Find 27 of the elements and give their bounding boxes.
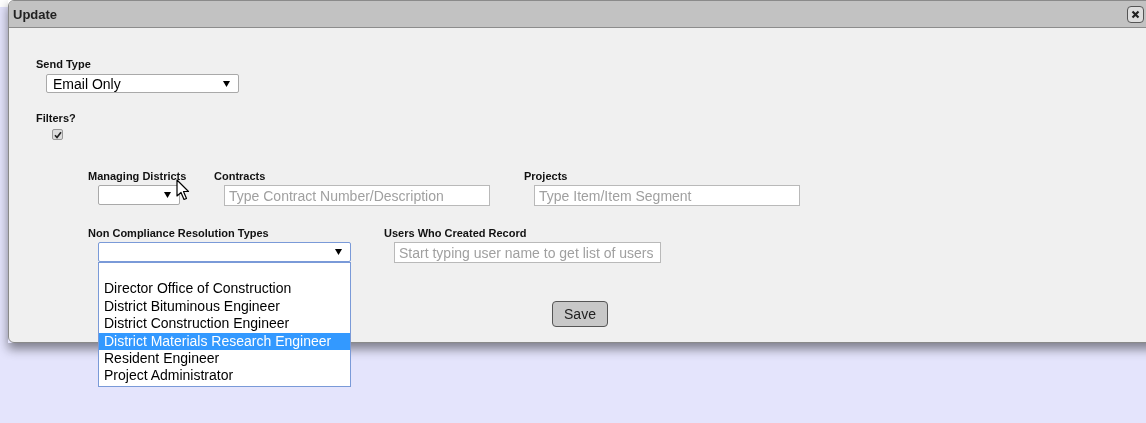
dropdown-option[interactable]: Director Office of Construction	[99, 280, 350, 298]
projects-field[interactable]: Type Item/Item Segment	[534, 185, 800, 206]
users-field[interactable]: Start typing user name to get list of users	[394, 242, 661, 263]
field-label: Managing Districts	[88, 170, 188, 183]
close-button[interactable]	[1127, 5, 1144, 23]
close-icon	[1131, 9, 1140, 19]
field-label: Filters?	[36, 112, 77, 125]
field-label: Send Type	[36, 58, 92, 71]
dropdown-option[interactable]: District Bituminous Engineer	[99, 297, 350, 316]
caret-icon	[335, 249, 342, 255]
dropdown-option[interactable]: Resident Engineer	[99, 349, 350, 368]
managing-districts-select[interactable]	[98, 185, 180, 205]
caret-icon	[223, 80, 230, 87]
field-label: Projects	[524, 170, 569, 183]
filters-checkbox[interactable]	[52, 129, 63, 140]
field-label: Non Compliance Resolution Types	[88, 227, 270, 240]
dialog-title: Update	[13, 6, 58, 22]
mouse-pointer-icon	[176, 179, 190, 201]
contracts-field[interactable]: Type Contract Number/Description	[224, 185, 490, 206]
send-type-select[interactable]: Email Only	[46, 74, 239, 93]
save-button[interactable]: Save	[552, 301, 608, 327]
dropdown-option[interactable]: District Construction Engineer	[99, 315, 350, 333]
field-label: Users Who Created Record	[384, 227, 528, 240]
resolution-types-select[interactable]	[98, 242, 351, 262]
caret-icon	[164, 192, 171, 198]
dropdown-option[interactable]: Project Administrator	[99, 367, 350, 385]
field-label: Contracts	[214, 170, 267, 183]
